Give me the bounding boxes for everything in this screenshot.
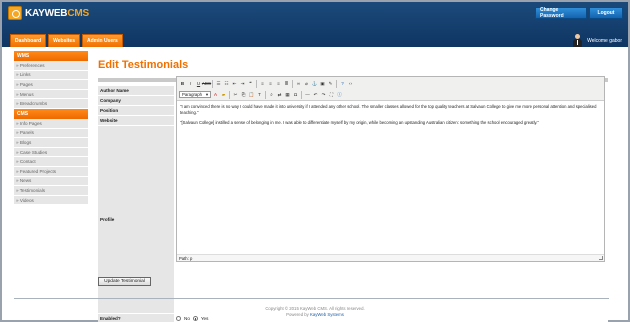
sidebar-item-contact[interactable]: » Contact (14, 157, 88, 167)
fullscreen-icon[interactable]: ⛶ (328, 91, 335, 98)
replace-icon[interactable]: ⇄ (276, 91, 283, 98)
horizontal-rule-icon[interactable]: — (304, 91, 311, 98)
background-color-icon[interactable]: ▰ (220, 91, 227, 98)
sidebar-item-blogs[interactable]: » Blogs (14, 138, 88, 148)
logo[interactable]: KAYWEBCMS (8, 6, 89, 20)
position-label: Position (98, 106, 174, 115)
outdent-icon[interactable]: ⇤ (231, 80, 238, 87)
logo-suffix-text: CMS (67, 7, 89, 19)
sidebar-item-menus[interactable]: » Menus (14, 89, 88, 100)
align-left-icon[interactable]: ≡ (259, 80, 266, 87)
footer-divider (14, 298, 609, 299)
strikethrough-icon[interactable]: ABC (202, 80, 211, 87)
sidebar-item-panels[interactable]: » Panels (14, 128, 88, 139)
chevron-down-icon: ▾ (205, 91, 208, 97)
editor-content[interactable]: "I am convinced there is no way I could … (177, 101, 604, 132)
sidebar-item-links[interactable]: » Links (14, 70, 88, 81)
image-icon[interactable]: ▣ (319, 80, 326, 87)
sidebar-item-testimonials[interactable]: » Testimonials (14, 186, 88, 196)
sidebar-item-pages[interactable]: » Pages (14, 80, 88, 90)
change-password-button[interactable]: Change Password (535, 7, 587, 19)
footer: Copyright © 2015 KayWeb CMS. All rights … (0, 306, 630, 317)
link-icon[interactable]: ∞ (295, 80, 302, 87)
align-center-icon[interactable]: ≡ (267, 80, 274, 87)
sidebar-item-case-studies[interactable]: » Case Studies (14, 147, 88, 158)
search-icon[interactable]: ⌕ (268, 91, 275, 98)
page-title: Edit Testimonials (98, 59, 189, 71)
cleanup-icon[interactable]: ✎ (327, 80, 334, 87)
header: KAYWEBCMS Change Password Logout Dashboa… (2, 2, 628, 47)
sidebar-section-cms: CMS (14, 108, 88, 119)
text-color-icon[interactable]: A (212, 91, 219, 98)
author-label: Author Name (98, 86, 174, 95)
footer-powered-link[interactable]: KayWeb Systems (310, 312, 344, 317)
editor-toolbar: B I U ABC ☰ ☷ ⇤ ⇥ ❝ ≡ ≡ ≡ ≣ ∞ ⌀ ⚓ ▣ ✎ ? … (177, 77, 604, 101)
italic-icon[interactable]: I (187, 80, 194, 87)
info-icon[interactable]: ⓘ (336, 91, 343, 98)
resize-handle-icon[interactable] (599, 256, 603, 260)
undo-icon[interactable]: ↶ (312, 91, 319, 98)
bullet-list-icon[interactable]: ☰ (215, 80, 222, 87)
sidebar-item-info-pages[interactable]: » Info Pages (14, 118, 88, 129)
copy-icon[interactable]: ⎘ (240, 91, 247, 98)
top-tabs: Dashboard Websites Admin Users (10, 34, 123, 47)
user-info: Welcome gabor (572, 34, 622, 47)
welcome-text: Welcome gabor (587, 37, 622, 44)
user-avatar-icon (572, 34, 583, 47)
logo-text: KAYWEBCMS (25, 8, 89, 19)
redo-icon[interactable]: ↷ (320, 91, 327, 98)
sidebar-item-videos[interactable]: » Videos (14, 195, 88, 206)
website-label: Website (98, 116, 174, 125)
paste-text-icon[interactable]: T (256, 91, 263, 98)
blockquote-icon[interactable]: ❝ (247, 80, 254, 87)
logout-button[interactable]: Logout (589, 7, 623, 19)
tab-websites[interactable]: Websites (48, 34, 80, 47)
sidebar-section-wms: WMS (14, 51, 88, 61)
editor-paragraph-1: "I am convinced there is no way I could … (180, 104, 597, 115)
sidebar-item-news[interactable]: » News (14, 176, 88, 187)
format-select-value: Paragraph (182, 92, 203, 97)
profile-rich-text-editor[interactable]: B I U ABC ☰ ☷ ⇤ ⇥ ❝ ≡ ≡ ≡ ≣ ∞ ⌀ ⚓ ▣ ✎ ? … (176, 76, 605, 262)
bold-icon[interactable]: B (179, 80, 186, 87)
sidebar-item-featured-projects[interactable]: » Featured Projects (14, 166, 88, 177)
footer-powered-prefix: Powered by (286, 311, 311, 317)
unlink-icon[interactable]: ⌀ (303, 80, 310, 87)
indent-icon[interactable]: ⇥ (239, 80, 246, 87)
anchor-icon[interactable]: ⚓ (311, 80, 318, 87)
special-char-icon[interactable]: Ω (292, 91, 299, 98)
cut-icon[interactable]: ✂ (232, 91, 239, 98)
sidebar-item-preferences[interactable]: » Preferences (14, 61, 88, 71)
paste-icon[interactable]: 📋 (248, 91, 255, 98)
numbered-list-icon[interactable]: ☷ (223, 80, 230, 87)
update-testimonial-button[interactable]: Update Testimonial (98, 277, 151, 286)
format-select[interactable]: Paragraph ▾ (179, 91, 211, 98)
sidebar-item-breadcrumbs[interactable]: » Breadcrumbs (14, 99, 88, 109)
align-right-icon[interactable]: ≡ (275, 80, 282, 87)
help-icon[interactable]: ? (339, 80, 346, 87)
logo-main-text: KAYWEB (25, 7, 68, 19)
editor-paragraph-2: "[Salvaun College] instilled a sense of … (180, 119, 539, 125)
editor-status-path: Path: p (177, 254, 604, 261)
table-icon[interactable]: ▦ (284, 91, 291, 98)
footer-powered: Powered by KayWeb Systems (0, 312, 630, 318)
align-justify-icon[interactable]: ≣ (283, 80, 290, 87)
company-label: Company (98, 96, 174, 105)
tab-admin-users[interactable]: Admin Users (82, 34, 123, 47)
logo-icon (8, 6, 22, 20)
sidebar: WMS » Preferences » Links » Pages » Menu… (14, 51, 88, 206)
tab-dashboard[interactable]: Dashboard (10, 34, 47, 47)
html-icon[interactable]: ‹› (347, 80, 354, 87)
